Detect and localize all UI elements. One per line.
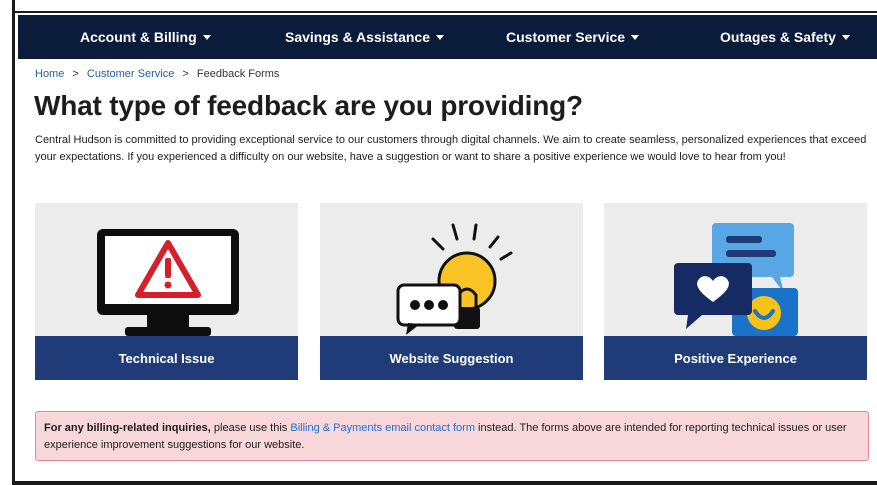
chevron-down-icon [841,35,850,40]
frame-left-border [0,0,15,485]
frame-top-border [0,0,877,13]
billing-contact-form-link[interactable]: Billing & Payments email contact form [290,422,475,434]
breadcrumb-separator: > [72,68,79,80]
card-label: Website Suggestion [320,336,583,380]
nav-item-label: Savings & Assistance [285,29,430,45]
chevron-down-icon [202,35,211,40]
technical-issue-card[interactable]: Technical Issue [35,203,298,380]
nav-item-label: Outages & Safety [720,29,836,45]
card-label: Technical Issue [35,336,298,380]
billing-alert: For any billing-related inquiries, pleas… [35,411,869,461]
chat-heart-icon [604,203,867,336]
breadcrumb-customer-service-link[interactable]: Customer Service [87,68,174,80]
positive-experience-card[interactable]: Positive Experience [604,203,867,380]
lightbulb-chat-icon [320,203,583,336]
page-title: What type of feedback are you providing? [34,90,583,121]
alert-text: please use this [210,422,291,434]
breadcrumb: Home > Customer Service > Feedback Forms [35,68,279,80]
chevron-down-icon [436,35,444,40]
nav-item-label: Customer Service [506,29,626,45]
intro-text: Central Hudson is committed to providing… [35,134,867,163]
alert-bold-text: For any billing-related inquiries, [44,422,211,434]
nav-item-label: Account & Billing [80,29,197,45]
nav-savings-assistance[interactable]: Savings & Assistance [285,29,444,45]
nav-outages-safety[interactable]: Outages & Safety [720,29,850,45]
breadcrumb-home-link[interactable]: Home [35,68,64,80]
website-suggestion-card[interactable]: Website Suggestion [320,203,583,380]
chevron-down-icon [631,35,640,40]
frame-bottom-border [15,481,877,485]
main-nav: Account & Billing Savings & Assistance C… [18,15,877,59]
breadcrumb-separator: > [182,68,189,80]
breadcrumb-current: Feedback Forms [196,68,280,80]
nav-account-billing[interactable]: Account & Billing [80,29,211,45]
nav-customer-service[interactable]: Customer Service [506,29,640,45]
card-label: Positive Experience [604,336,867,380]
monitor-warning-icon [35,203,298,336]
